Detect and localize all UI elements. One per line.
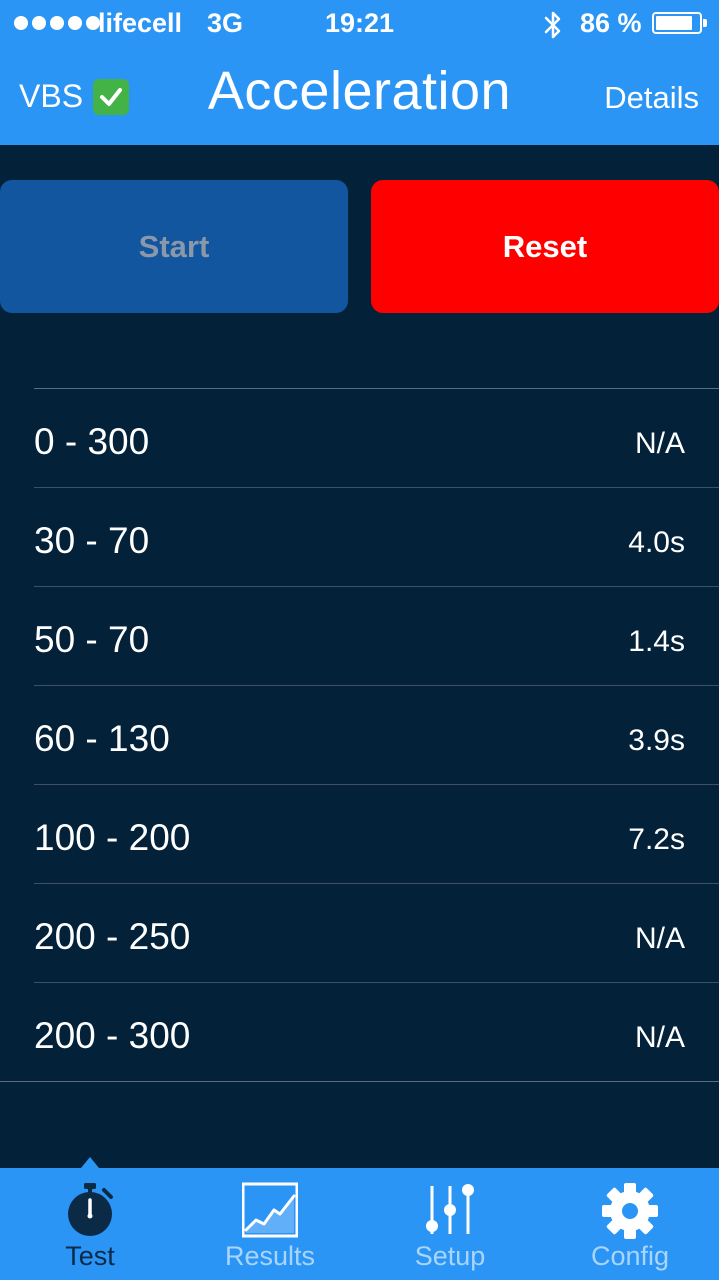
start-button[interactable]: Start [0, 180, 348, 313]
result-row-30-70[interactable]: 30 - 70 4.0s [34, 488, 719, 587]
results-list: 0 - 300 N/A 30 - 70 4.0s 50 - 70 1.4s 60… [0, 388, 719, 1082]
tab-label: Setup [414, 1241, 486, 1271]
tab-label: Test [65, 1241, 115, 1271]
speed-range: 60 - 130 [34, 718, 170, 759]
time-value: N/A [634, 1021, 685, 1054]
speed-range: 200 - 300 [34, 1015, 191, 1056]
active-tab-indicator [81, 1157, 99, 1168]
result-row-0-300[interactable]: 0 - 300 N/A [34, 389, 719, 488]
battery-percent: 86 % [580, 8, 642, 38]
speed-range: 200 - 250 [34, 916, 191, 957]
result-row-50-70[interactable]: 50 - 70 1.4s [34, 587, 719, 686]
chart-icon [242, 1182, 298, 1238]
time-value: 4.0s [628, 526, 685, 559]
tab-label: Results [224, 1241, 316, 1271]
stopwatch-icon [68, 1183, 113, 1236]
tab-test[interactable]: Test [0, 1168, 180, 1280]
speed-range: 50 - 70 [34, 619, 150, 660]
header: lifecell 3G 19:21 86 % VBS Acceleration … [0, 0, 719, 145]
time-value: N/A [634, 922, 685, 955]
tab-results[interactable]: Results [180, 1168, 360, 1280]
time-value: 7.2s [628, 823, 685, 856]
tab-config[interactable]: Config [540, 1168, 719, 1280]
battery-icon [652, 12, 707, 34]
app-screen: lifecell 3G 19:21 86 % VBS Acceleration … [0, 0, 719, 1280]
time-value: N/A [634, 427, 685, 460]
tab-bar: Test Results Setup Config [0, 1168, 719, 1280]
result-row-60-130[interactable]: 60 - 130 3.9s [34, 686, 719, 785]
speed-range: 0 - 300 [34, 421, 150, 462]
gear-icon [602, 1183, 658, 1239]
result-row-100-200[interactable]: 100 - 200 7.2s [34, 785, 719, 884]
speed-range: 30 - 70 [34, 520, 150, 561]
tab-setup[interactable]: Setup [360, 1168, 540, 1280]
status-bar: lifecell 3G 19:21 86 % [0, 0, 719, 48]
reset-button[interactable]: Reset [371, 180, 719, 313]
speed-range: 100 - 200 [34, 817, 191, 858]
time-value: 1.4s [628, 625, 685, 658]
bluetooth-icon [544, 11, 561, 39]
result-row-200-300[interactable]: 200 - 300 N/A [0, 983, 719, 1082]
tab-label: Config [590, 1241, 670, 1271]
time-value: 3.9s [628, 724, 685, 757]
result-row-200-250[interactable]: 200 - 250 N/A [34, 884, 719, 983]
sliders-icon [426, 1184, 474, 1234]
details-button[interactable]: Details [604, 80, 699, 116]
